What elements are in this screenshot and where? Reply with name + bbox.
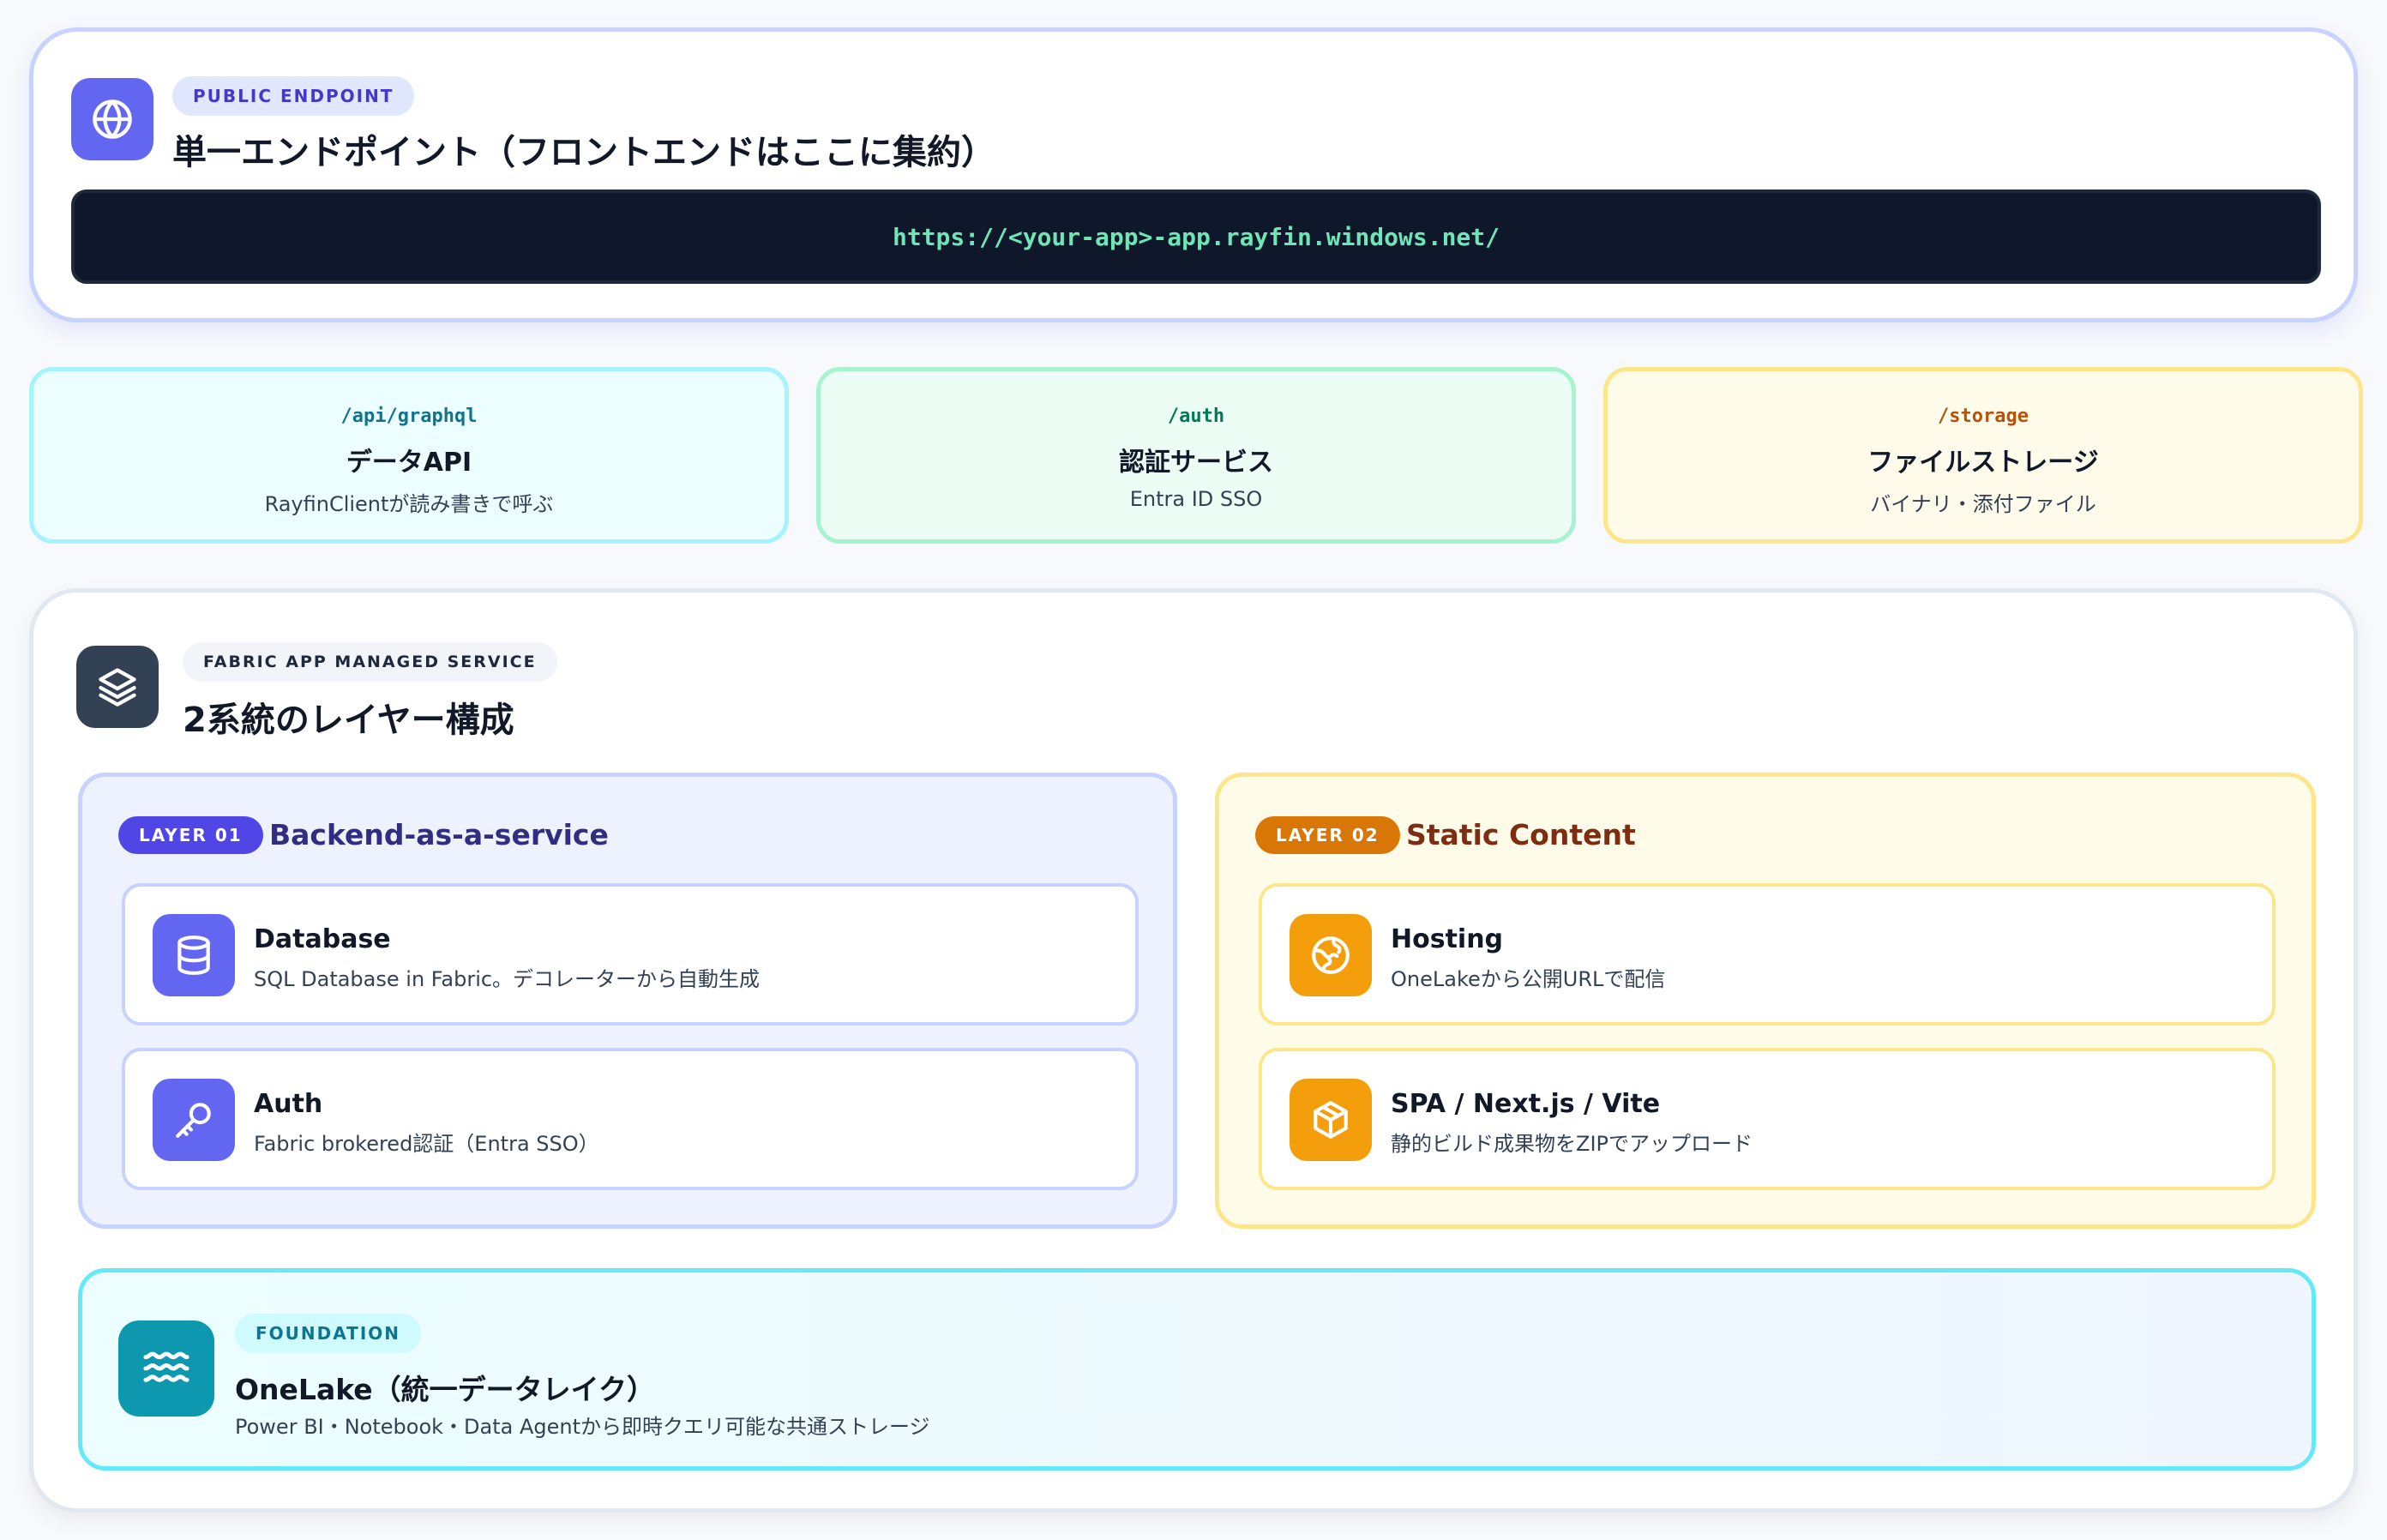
route-desc: RayfinClientが読み書きで呼ぶ — [264, 492, 554, 516]
route-path: /auth — [1167, 406, 1225, 427]
foundation-title: OneLake（統一データレイク） — [235, 1373, 656, 1406]
layers-icon — [76, 646, 159, 728]
item-spa: SPA / Next.js / Vite 静的ビルド成果物をZIPでアップロード — [1259, 1048, 2276, 1190]
public-endpoint-badge: PUBLIC ENDPOINT — [172, 76, 415, 116]
route-card-api: /api/graphql データAPI RayfinClientが読み書きで呼ぶ — [29, 367, 789, 544]
foundation-onelake: FOUNDATION OneLake（統一データレイク） Power BI・No… — [78, 1268, 2316, 1471]
item-desc: SQL Database in Fabric。デコレーターから自動生成 — [254, 967, 761, 991]
item-hosting: Hosting OneLakeから公開URLで配信 — [1259, 883, 2276, 1026]
layer-title: Static Content — [1406, 818, 1636, 851]
route-name: データAPI — [346, 448, 472, 478]
layer-static-content: LAYER 02 Static Content Hosting OneLakeか… — [1215, 773, 2316, 1229]
route-path: /api/graphql — [340, 406, 478, 427]
item-name: Database — [254, 924, 391, 954]
item-desc: 静的ビルド成果物をZIPでアップロード — [1391, 1132, 1753, 1156]
item-name: SPA / Next.js / Vite — [1391, 1089, 1661, 1119]
item-database: Database SQL Database in Fabric。デコレーターから… — [122, 883, 1139, 1026]
route-name: 認証サービス — [1119, 448, 1273, 478]
route-desc: Entra ID SSO — [1129, 487, 1263, 511]
service-title: 2系統のレイヤー構成 — [183, 701, 514, 740]
layer-badge: LAYER 02 — [1255, 816, 1400, 854]
managed-service-badge: FABRIC APP MANAGED SERVICE — [183, 642, 557, 682]
route-card-storage: /storage ファイルストレージ バイナリ・添付ファイル — [1603, 367, 2363, 544]
globe-icon — [71, 78, 153, 160]
database-icon — [153, 914, 235, 996]
layer-title: Backend-as-a-service — [269, 818, 609, 851]
item-name: Hosting — [1391, 924, 1504, 954]
route-path: /storage — [1938, 406, 2029, 427]
managed-service-panel: FABRIC APP MANAGED SERVICE 2系統のレイヤー構成 LA… — [29, 588, 2358, 1513]
waves-icon — [118, 1320, 214, 1417]
public-endpoint-panel: PUBLIC ENDPOINT 単一エンドポイント（フロントエンドはここに集約）… — [29, 27, 2358, 322]
item-desc: Fabric brokered認証（Entra SSO） — [254, 1132, 599, 1156]
endpoint-url[interactable]: https://<your-app>-app.rayfin.windows.ne… — [71, 189, 2321, 284]
route-name: ファイルストレージ — [1867, 448, 2099, 478]
endpoint-title: 単一エンドポイント（フロントエンドはここに集約） — [172, 133, 995, 172]
route-card-auth: /auth 認証サービス Entra ID SSO — [816, 367, 1576, 544]
package-icon — [1290, 1079, 1372, 1161]
globe-icon — [1290, 914, 1372, 996]
route-desc: バイナリ・添付ファイル — [1870, 492, 2096, 516]
foundation-desc: Power BI・Notebook・Data Agentから即時クエリ可能な共通… — [235, 1415, 930, 1439]
layer-backend: LAYER 01 Backend-as-a-service Database S… — [78, 773, 1177, 1229]
layer-badge: LAYER 01 — [118, 816, 263, 854]
foundation-badge: FOUNDATION — [235, 1314, 421, 1353]
item-desc: OneLakeから公開URLで配信 — [1391, 967, 1666, 991]
item-name: Auth — [254, 1089, 323, 1119]
item-auth: Auth Fabric brokered認証（Entra SSO） — [122, 1048, 1139, 1190]
key-icon — [153, 1079, 235, 1161]
